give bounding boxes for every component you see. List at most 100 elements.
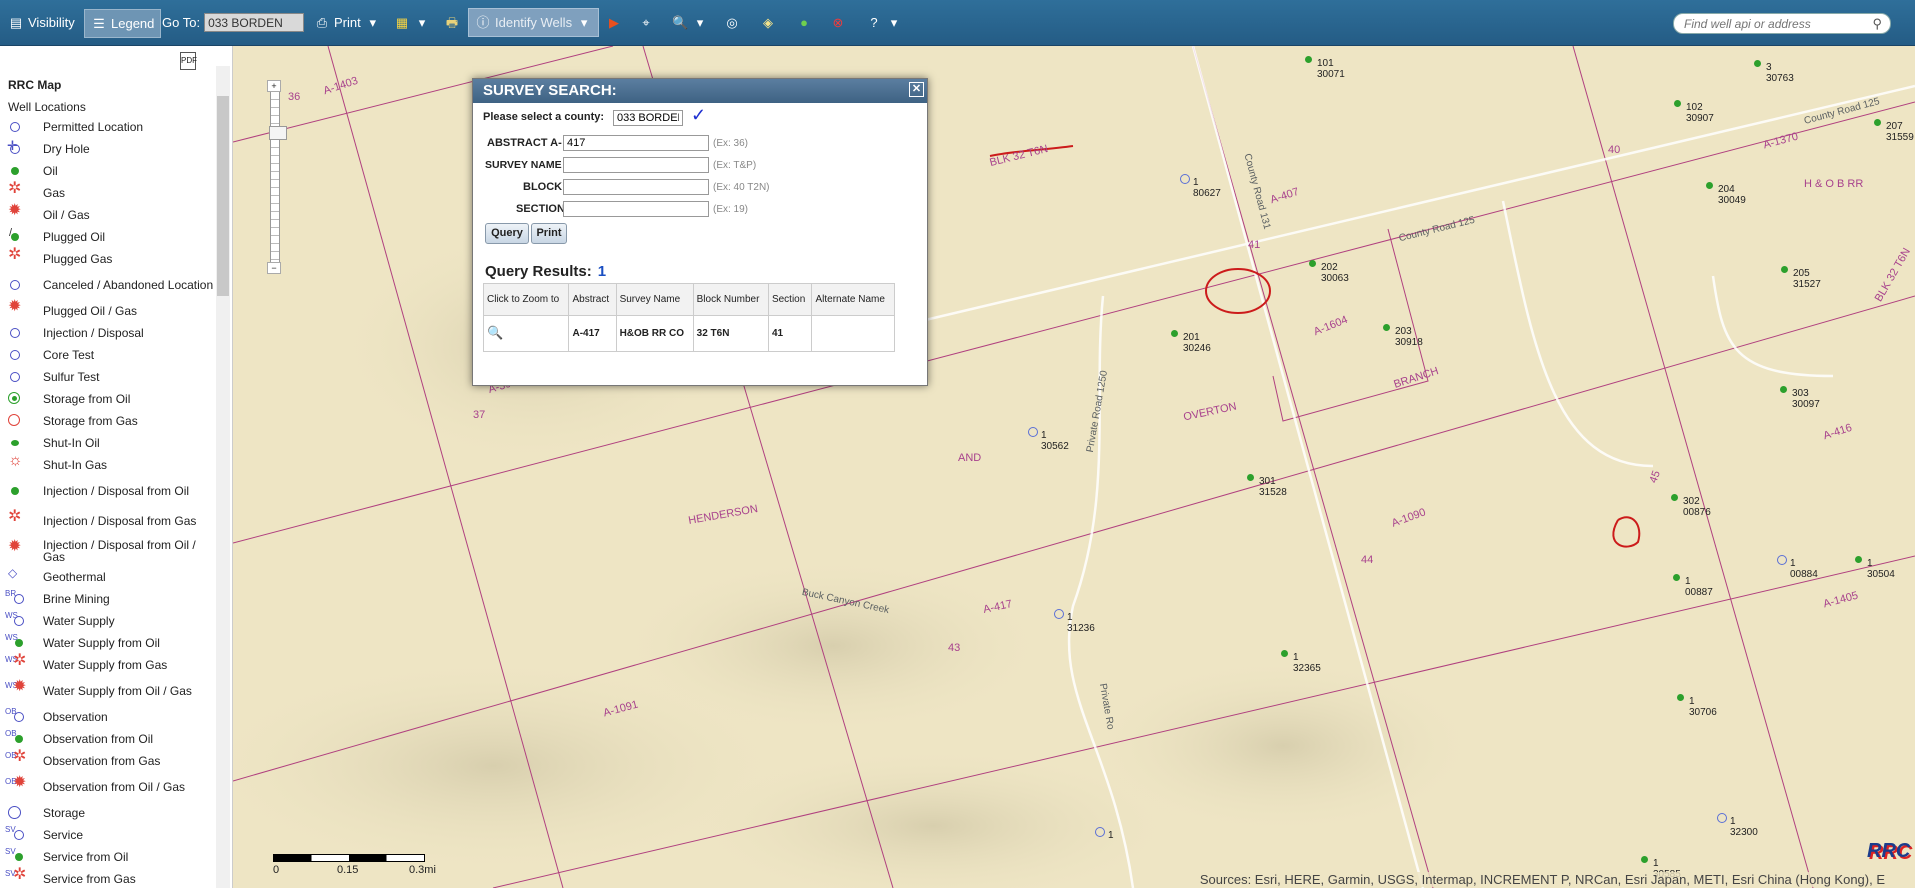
oil-well-icon[interactable] [1671, 494, 1678, 501]
well-marker[interactable]: 1 32365 [1281, 650, 1321, 674]
permitted-location-icon[interactable] [1095, 827, 1105, 837]
column-header: Section [767, 283, 813, 316]
table-cell[interactable]: 🔍 [482, 315, 570, 352]
well-marker[interactable]: 3 30763 [1754, 60, 1794, 84]
well-marker[interactable]: 1 30562 [1028, 427, 1069, 452]
query-results-title: Query Results: [485, 263, 592, 280]
print-button[interactable]: ⎙ Print ▾ [308, 9, 387, 36]
legend-item-label: Dry Hole [43, 142, 90, 156]
well-marker[interactable]: 102 30907 [1674, 100, 1714, 124]
query-button[interactable]: Query [485, 223, 529, 244]
permitted-location-icon[interactable] [1717, 813, 1727, 823]
basemap-grid-icon: ▦ [395, 14, 409, 30]
oil-well-icon[interactable] [1383, 324, 1390, 331]
clear-button[interactable]: ⊗ [824, 9, 852, 36]
well-number: 1 [1193, 177, 1199, 188]
well-marker[interactable]: 1 00887 [1673, 574, 1713, 598]
close-icon[interactable]: ✕ [909, 82, 924, 97]
well-marker[interactable]: 204 30049 [1706, 182, 1746, 206]
print-results-button[interactable]: Print [531, 223, 567, 244]
legend-item: WS Water Supply from Oil [5, 632, 214, 654]
basemap-button[interactable]: ▦ ▾ [388, 9, 436, 36]
survey-label: 41 [1248, 239, 1261, 251]
oil-well-icon[interactable] [1247, 474, 1254, 481]
oil-well-icon[interactable] [1281, 650, 1288, 657]
well-marker[interactable]: 201 30246 [1171, 330, 1211, 354]
legend-scrollbar[interactable] [216, 66, 230, 888]
well-marker[interactable]: 101 30071 [1305, 56, 1345, 80]
locate-button[interactable]: ◈ [754, 9, 782, 36]
zoom-extent-button[interactable]: ◎ [718, 9, 746, 36]
identify-wells-button[interactable]: ⓘ Identify Wells ▾ [468, 8, 600, 37]
well-marker[interactable]: 303 30097 [1780, 386, 1820, 410]
legend-item: Injection / Disposal from Oil [8, 476, 214, 506]
oil-well-icon[interactable] [1677, 694, 1684, 701]
help-button[interactable]: ? ▾ [860, 9, 908, 36]
pdf-icon[interactable]: PDF [180, 52, 197, 70]
flag-button[interactable]: ▶ [600, 9, 628, 36]
well-marker[interactable]: 203 30918 [1383, 324, 1423, 348]
legend-item: Permitted Location [8, 116, 214, 138]
zoom-knob[interactable] [269, 126, 287, 140]
table-cell: A-417 [568, 315, 617, 352]
goto-input[interactable] [204, 13, 305, 32]
permitted-location-icon[interactable] [1777, 555, 1787, 565]
table-cell: 32 T6N [692, 315, 769, 352]
oil-well-icon[interactable] [1309, 260, 1316, 267]
permitted-location-icon[interactable] [1028, 427, 1038, 437]
oil-well-icon[interactable] [1673, 574, 1680, 581]
well-marker[interactable]: 1 30706 [1677, 694, 1717, 718]
legend-item: ✲ Gas [8, 181, 214, 204]
well-marker[interactable]: 1 31236 [1054, 609, 1095, 634]
zoom-in-button[interactable]: + [267, 80, 281, 92]
well-marker[interactable]: 1 30504 [1855, 556, 1895, 580]
well-marker[interactable]: 207 31559 [1874, 119, 1914, 143]
oil-well-icon[interactable] [1780, 386, 1787, 393]
well-search-box[interactable]: ⚲ [1673, 13, 1891, 34]
well-marker[interactable]: 1 [1095, 827, 1114, 841]
oil-well-icon[interactable] [1305, 56, 1312, 63]
oil-well-icon[interactable] [1754, 60, 1761, 67]
survey-name-input[interactable] [563, 157, 709, 173]
search-tools-button[interactable]: 🔍 ▾ [666, 9, 714, 36]
search-icon[interactable]: ⚲ [1872, 16, 1882, 32]
well-api: 32300 [1730, 827, 1758, 838]
survey-label: 44 [1361, 554, 1374, 566]
visibility-button[interactable]: ▤ Visibility [2, 9, 81, 36]
oil-well-icon[interactable] [1781, 266, 1788, 273]
zoom-track[interactable] [269, 92, 287, 262]
section-input[interactable] [563, 201, 709, 217]
well-marker[interactable]: 1 32300 [1717, 813, 1758, 838]
zoom-out-button[interactable]: − [267, 262, 281, 274]
oil-well-icon[interactable] [1641, 856, 1648, 863]
well-marker[interactable]: 202 30063 [1309, 260, 1349, 284]
abstract-input[interactable] [563, 135, 709, 151]
oil-well-icon[interactable] [1171, 330, 1178, 337]
well-number: 204 [1718, 184, 1735, 195]
oil-well-icon[interactable] [1706, 182, 1713, 189]
permitted-location-icon[interactable] [1054, 609, 1064, 619]
county-select[interactable] [613, 110, 683, 126]
well-api: 30049 [1718, 195, 1746, 206]
well-marker[interactable]: 205 31527 [1781, 266, 1821, 290]
oil-well-icon[interactable] [1674, 100, 1681, 107]
well-marker[interactable]: 301 31528 [1247, 474, 1287, 498]
oil-well-icon[interactable] [1874, 119, 1881, 126]
scrollbar-thumb[interactable] [217, 96, 229, 296]
legend-item: ✲ Injection / Disposal from Gas [8, 506, 214, 536]
block-input[interactable] [563, 179, 709, 195]
zoom-to-icon[interactable]: 🔍 [487, 325, 503, 340]
permitted-location-icon[interactable] [1180, 174, 1190, 184]
oil-well-icon[interactable] [1855, 556, 1862, 563]
well-marker[interactable]: 1 80627 [1180, 174, 1221, 199]
legend-button[interactable]: ☰ Legend [84, 9, 162, 38]
globe-button[interactable]: ● [790, 9, 818, 36]
legend-item-label: Core Test [43, 348, 95, 362]
dialog-title-bar[interactable]: SURVEY SEARCH: ✕ [473, 79, 927, 103]
well-search-input[interactable] [1682, 15, 1873, 32]
well-marker[interactable]: 302 00876 [1671, 494, 1711, 518]
zoom-slider[interactable]: + − [267, 80, 287, 274]
map-print-button[interactable]: 🖶 [438, 9, 466, 36]
crosshair-button[interactable]: ⌖ [632, 9, 660, 36]
well-marker[interactable]: 1 00884 [1777, 555, 1818, 580]
